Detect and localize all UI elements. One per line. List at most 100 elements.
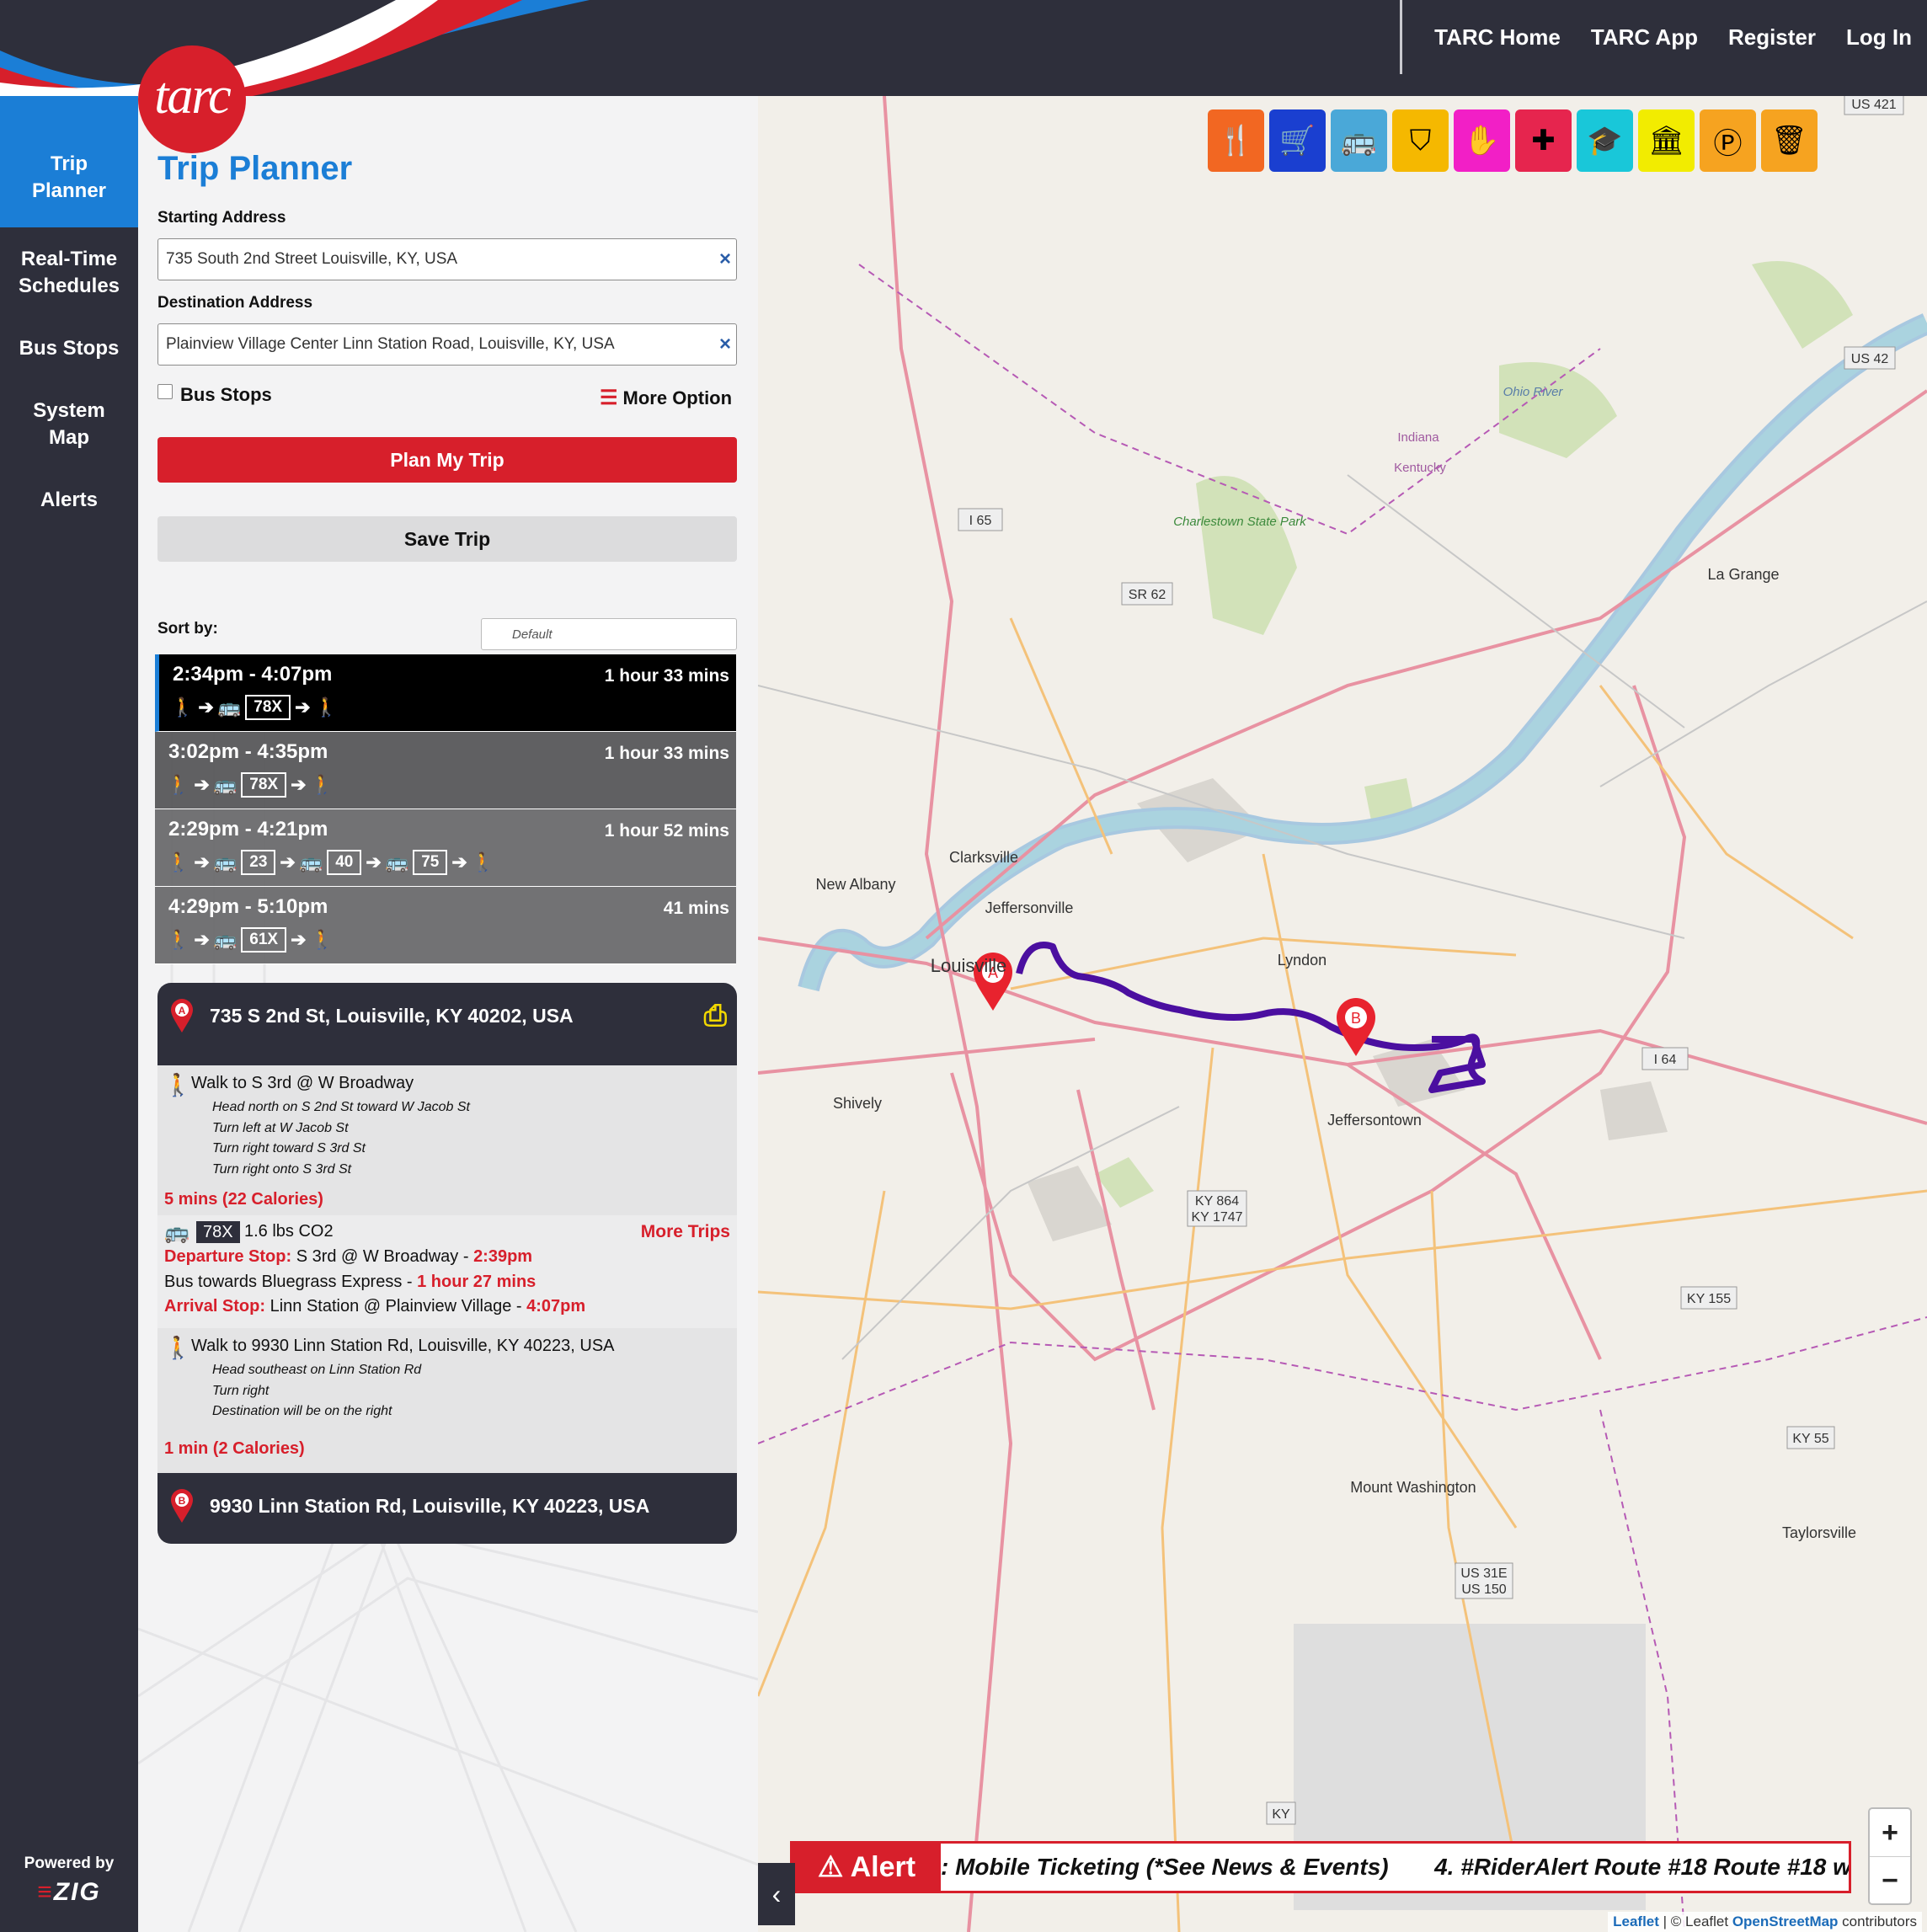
map-label: Taylorsville (1782, 1524, 1856, 1541)
road-shield: US 421 (1851, 98, 1896, 112)
print-icon[interactable]: ⎙ (704, 1000, 727, 1033)
route-badge: 40 (327, 850, 362, 875)
walk-icon: 🚶 (310, 774, 334, 795)
nav-register[interactable]: Register (1728, 24, 1816, 51)
trip-option[interactable]: 2:29pm - 4:21pm 1 hour 52 mins 🚶 ➔ 🚌 23 ➔ 🚌… (155, 809, 736, 887)
road-shield: KY (1272, 1807, 1290, 1822)
poi-bus-button[interactable]: 🚌 (1331, 109, 1387, 172)
nav-tarc-app[interactable]: TARC App (1591, 24, 1698, 51)
poi-graduation-cap-button[interactable]: 🎓 (1577, 109, 1633, 172)
map-label: Ohio River (1503, 385, 1564, 399)
walk-directions: Head southeast on Linn Station Rd Turn r… (212, 1363, 422, 1418)
bus-icon: 🚌 (164, 1221, 189, 1244)
bus-icon: 🚌 (299, 851, 323, 873)
sidebar-item-alerts[interactable]: Alerts (0, 468, 138, 531)
map-attribution: Leaflet | © Leaflet OpenStreetMap contri… (1608, 1912, 1922, 1932)
poi-parking-button[interactable]: Ⓟ (1700, 109, 1756, 172)
sidebar-item-bus-stops[interactable]: Bus Stops (0, 317, 138, 379)
bus-icon: 🚌 (213, 774, 238, 795)
road-shield: KY 55 (1792, 1432, 1828, 1446)
route-badge: 78X (241, 772, 287, 798)
destination-address-label: Destination Address (157, 294, 313, 312)
poi-hand-button[interactable]: ✋ (1454, 109, 1510, 172)
poi-shield-button[interactable]: ⛉ (1392, 109, 1449, 172)
alert-ticker-text: : Mobile Ticketing (*See News & Events) … (941, 1854, 1851, 1880)
sidebar-item-trip-planner[interactable]: Trip Planner (0, 96, 138, 227)
powered-by: Powered by ≡ZIG (0, 1855, 138, 1907)
leaflet-link[interactable]: Leaflet (1613, 1913, 1659, 1929)
clear-destination-icon[interactable]: × (719, 333, 731, 356)
save-trip-button[interactable]: Save Trip (157, 516, 737, 562)
svg-text:B: B (179, 1495, 186, 1507)
road-shield: KY 155 (1687, 1292, 1731, 1306)
sidebar: Trip Planner Real-Time Schedules Bus Sto… (0, 96, 138, 1932)
poi-trash-button[interactable]: 🗑 (1761, 109, 1818, 172)
route-badge: 23 (241, 850, 276, 875)
bus-icon: 🚌 (385, 851, 409, 873)
bus-step: 🚌 78X 1.6 lbs CO2 More Trips Departure S… (157, 1215, 737, 1328)
arrow-icon: ➔ (295, 696, 311, 718)
zig-logo[interactable]: ≡ZIG (0, 1878, 138, 1907)
nav-log-in[interactable]: Log In (1846, 24, 1912, 51)
map-tiles: A B Clarksville New Albany Jeffersonvill… (758, 96, 1927, 1932)
restaurant-icon: 🍴 (1218, 125, 1254, 157)
collapse-panel-button[interactable]: ‹ (758, 1863, 795, 1925)
hand-icon: ✋ (1464, 125, 1500, 157)
more-trips-link[interactable]: More Trips (641, 1222, 730, 1242)
zoom-control: + − (1868, 1807, 1912, 1905)
route-badge: 75 (413, 850, 448, 875)
road-shield: KY 1747 (1191, 1210, 1242, 1225)
map-label: Jeffersonville (985, 899, 1074, 916)
map-label: Clarksville (949, 849, 1018, 866)
marker-a-icon: A (169, 998, 195, 1038)
alert-tag: ⚠ Alert (793, 1844, 941, 1891)
poi-shopping-cart-button[interactable]: 🛒 (1269, 109, 1326, 172)
arrow-icon: ➔ (194, 774, 210, 795)
walk-step: 🚶 Walk to 9930 Linn Station Rd, Louisvil… (157, 1328, 737, 1473)
sort-by-select[interactable]: Default (481, 618, 737, 650)
tarc-logo[interactable]: tarc (138, 45, 246, 153)
government-building-icon: 🏛 (1647, 125, 1685, 157)
trip-option[interactable]: 4:29pm - 5:10pm 41 mins 🚶 ➔ 🚌 61X ➔ 🚶 (155, 887, 736, 964)
poi-restaurant-button[interactable]: 🍴 (1208, 109, 1264, 172)
marker-b-icon[interactable]: B (1337, 998, 1375, 1056)
zoom-in-button[interactable]: + (1870, 1809, 1910, 1857)
arrow-icon: ➔ (280, 851, 296, 873)
more-option-button[interactable]: ☰ More Option (600, 386, 732, 410)
walk-directions: Head north on S 2nd St toward W Jacob St… (212, 1100, 470, 1177)
bus-stops-checkbox[interactable] (157, 384, 173, 399)
brand-swoosh (0, 0, 590, 96)
trip-option[interactable]: 2:34pm - 4:07pm 1 hour 33 mins 🚶 ➔ 🚌 78X ➔… (155, 654, 736, 732)
map[interactable]: A B Clarksville New Albany Jeffersonvill… (758, 96, 1927, 1932)
plan-my-trip-button[interactable]: Plan My Trip (157, 437, 737, 483)
alert-ticker-bar[interactable]: ⚠ Alert : Mobile Ticketing (*See News & … (790, 1841, 1851, 1893)
zoom-out-button[interactable]: − (1870, 1857, 1910, 1904)
map-label: Louisville (931, 955, 1007, 976)
walk-icon: 🚶 (314, 696, 338, 718)
sidebar-item-system-map[interactable]: System Map (23, 379, 115, 468)
clear-start-icon[interactable]: × (719, 248, 731, 271)
route-badge: 61X (241, 927, 287, 953)
shield-icon: ⛉ (1409, 124, 1432, 157)
nav-tarc-home[interactable]: TARC Home (1434, 24, 1561, 51)
road-shield: KY 864 (1195, 1194, 1239, 1209)
road-shield: I 64 (1654, 1053, 1677, 1067)
starting-address-input[interactable]: 735 South 2nd Street Louisville, KY, USA… (157, 238, 737, 280)
map-label: Charlestown State Park (1173, 515, 1307, 529)
openstreetmap-link[interactable]: OpenStreetMap (1732, 1913, 1839, 1929)
map-label: Kentucky (1394, 461, 1446, 475)
poi-government-building-button[interactable]: 🏛 (1638, 109, 1695, 172)
arrow-icon: ➔ (194, 851, 210, 873)
walk-icon: 🚶 (167, 851, 190, 873)
poi-category-toolbar: 🍴 🛒 🚌 ⛉ ✋ ✚ 🎓 🏛 Ⓟ 🗑 (1208, 109, 1818, 172)
itinerary-end: B 9930 Linn Station Rd, Louisville, KY 4… (157, 1473, 737, 1544)
walk-icon: 🚶 (164, 1335, 192, 1360)
destination-address-input[interactable]: Plainview Village Center Linn Station Ro… (157, 323, 737, 366)
itinerary-detail: A 735 S 2nd St, Louisville, KY 40202, US… (157, 983, 737, 1544)
trash-icon: 🗑 (1770, 125, 1808, 157)
walk-icon: 🚶 (167, 929, 190, 950)
warning-icon: ⚠ (817, 1851, 844, 1883)
trip-option[interactable]: 3:02pm - 4:35pm 1 hour 33 mins 🚶 ➔ 🚌 78X ➔… (155, 732, 736, 809)
poi-medical-kit-button[interactable]: ✚ (1515, 109, 1572, 172)
sidebar-item-real-time-schedules[interactable]: Real-Time Schedules (0, 227, 138, 317)
